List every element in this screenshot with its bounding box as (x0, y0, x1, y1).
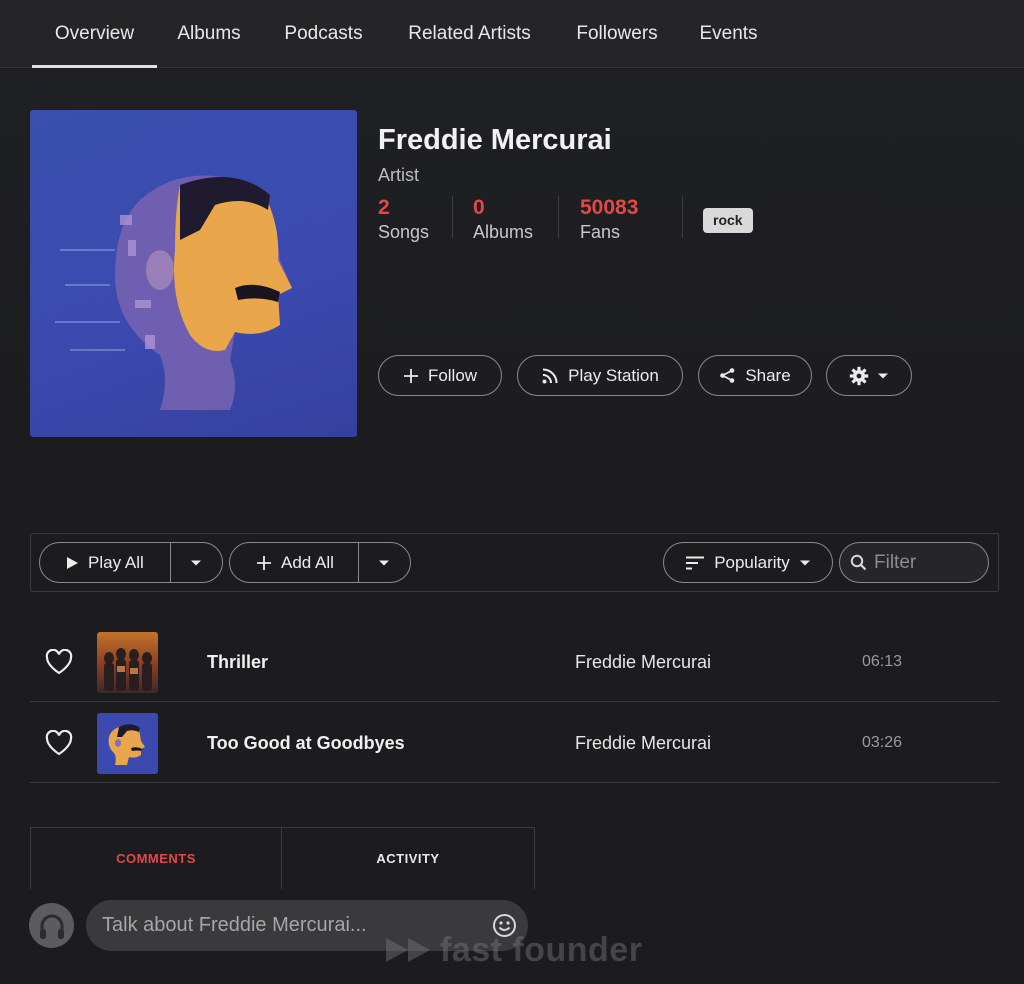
play-icon (67, 556, 78, 569)
heart-icon[interactable] (45, 730, 73, 756)
genre-tag[interactable]: rock (703, 208, 753, 233)
tab-podcasts[interactable]: Podcasts (275, 0, 372, 68)
filter-input[interactable] (874, 551, 984, 574)
stat-albums-label: Albums (473, 222, 534, 242)
heart-icon[interactable] (45, 649, 73, 675)
settings-menu-button[interactable] (826, 355, 912, 396)
divider (682, 196, 683, 238)
tab-comments[interactable]: COMMENTS (30, 827, 282, 889)
caret-down-icon (191, 560, 201, 565)
track-row[interactable]: Too Good at Goodbyes Freddie Mercurai 03… (30, 703, 999, 783)
track-title[interactable]: Thriller (207, 652, 268, 673)
share-label: Share (745, 365, 791, 385)
top-nav: Overview Albums Podcasts Related Artists… (0, 0, 1024, 68)
artist-type: Artist (378, 165, 420, 185)
avatar (29, 903, 74, 948)
divider (452, 196, 453, 238)
track-thumbnail (97, 713, 158, 774)
stat-songs-value: 2 (378, 196, 390, 219)
divider (558, 196, 559, 238)
share-button[interactable]: Share (698, 355, 812, 396)
track-row[interactable]: Thriller Freddie Mercurai 06:13 (30, 622, 999, 702)
stat-albums: 0 Albums (473, 196, 533, 243)
stat-songs: 2 Songs (378, 196, 429, 243)
track-title[interactable]: Too Good at Goodbyes (207, 733, 405, 754)
track-duration: 06:13 (862, 653, 903, 670)
play-all-label: Play All (88, 552, 144, 572)
follow-button[interactable]: Follow (378, 355, 502, 396)
filter-field (839, 542, 989, 583)
sort-dropdown[interactable]: Popularity (663, 542, 833, 583)
tab-albums[interactable]: Albums (168, 0, 250, 68)
track-artist[interactable]: Freddie Mercurai (575, 652, 711, 673)
headphones-icon (39, 914, 64, 939)
sort-label: Popularity (714, 552, 790, 572)
caret-down-icon (379, 560, 389, 565)
track-thumbnail (97, 632, 158, 693)
artist-artwork (30, 110, 357, 437)
fast-forward-icon (386, 938, 430, 962)
follow-label: Follow (427, 365, 478, 385)
add-all-label: Add All (281, 552, 334, 572)
watermark: fast founder (384, 928, 642, 972)
add-all-split-button: Add All (229, 542, 411, 583)
tab-events[interactable]: Events (691, 0, 766, 68)
tab-overview[interactable]: Overview (32, 0, 157, 68)
stat-fans-label: Fans (580, 222, 621, 242)
tab-activity[interactable]: ACTIVITY (281, 827, 535, 889)
track-duration: 03:26 (862, 734, 903, 751)
tab-related-artists[interactable]: Related Artists (397, 0, 542, 68)
gear-icon (849, 366, 869, 385)
sort-icon (686, 556, 705, 569)
play-station-label: Play Station (568, 365, 659, 385)
tab-followers[interactable]: Followers (567, 0, 667, 68)
add-all-dropdown[interactable] (359, 543, 409, 582)
plus-icon (257, 555, 271, 570)
plus-icon (403, 368, 418, 383)
caret-down-icon (878, 373, 888, 378)
artist-name: Freddie Mercurai (378, 124, 612, 156)
watermark-text: fast founder (440, 930, 643, 969)
stat-fans-value: 50083 (580, 196, 639, 219)
caret-down-icon (799, 560, 810, 565)
stat-fans: 50083 Fans (580, 196, 638, 243)
track-artist[interactable]: Freddie Mercurai (575, 733, 711, 754)
stat-songs-label: Songs (378, 222, 430, 242)
rss-icon (542, 368, 558, 383)
play-all-split-button: Play All (39, 542, 223, 583)
share-icon (720, 368, 735, 383)
play-all-button[interactable]: Play All (40, 543, 171, 582)
play-all-dropdown[interactable] (171, 543, 221, 582)
search-icon (850, 554, 867, 571)
add-all-button[interactable]: Add All (230, 543, 359, 582)
stat-albums-value: 0 (473, 196, 485, 219)
play-station-button[interactable]: Play Station (517, 355, 683, 396)
